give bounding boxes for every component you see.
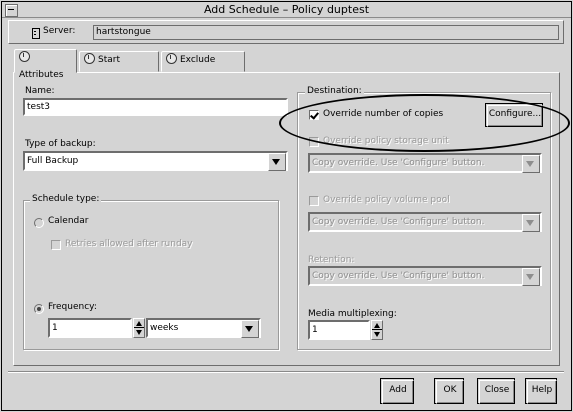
close-button-frame: Close [477,378,515,404]
frequency-unit-select[interactable]: weeks [146,318,261,338]
ok-button[interactable]: OK [436,380,464,404]
server-label: Server: [43,26,76,36]
name-input[interactable]: test3 [23,98,288,116]
override-copies-label: Override number of copies [323,109,444,119]
retries-checkbox[interactable] [51,240,61,250]
retries-label: Retries allowed after runday [65,239,193,249]
add-button[interactable]: Add [382,380,414,404]
multiplexing-spinner[interactable] [371,320,383,340]
spin-down-icon[interactable] [136,330,142,335]
calendar-radio[interactable] [34,218,44,228]
help-button-frame: Help [525,378,557,404]
calendar-label: Calendar [48,216,89,226]
name-label: Name: [25,86,55,96]
frequency-input[interactable]: 1 [48,318,132,338]
gear-icon [19,51,30,62]
configure-button-frame: Configure... [485,103,543,127]
spin-up-icon[interactable] [374,323,380,328]
volume-select[interactable]: Copy override. Use 'Configure' button. [308,212,542,232]
frequency-radio[interactable] [34,304,44,314]
override-storage-label: Override policy storage unit [323,136,449,146]
add-button-frame: Add [380,378,414,404]
chevron-down-icon[interactable] [522,214,540,232]
multiplexing-input[interactable]: 1 [308,320,370,340]
backup-type-select[interactable]: Full Backup [23,151,288,171]
override-volume-label: Override policy volume pool [323,195,450,205]
chevron-down-icon[interactable] [268,153,286,171]
tab-start-window[interactable]: Start Window [79,51,159,82]
backup-type-value: Full Backup [27,156,79,166]
chevron-down-icon[interactable] [522,268,540,286]
tab-label: Attributes [19,70,64,80]
close-button[interactable]: Close [479,380,515,404]
schedule-type-label: Schedule type: [30,194,102,204]
spin-down-icon[interactable] [374,332,380,337]
help-button[interactable]: Help [527,380,557,404]
window-title: Add Schedule – Policy duptest [203,3,370,16]
button-separator [8,371,564,373]
override-volume-checkbox[interactable] [309,196,319,206]
server-icon [32,28,40,39]
storage-value: Copy override. Use 'Configure' button. [312,158,485,168]
ok-button-frame: OK [434,378,464,404]
override-storage-checkbox[interactable] [309,137,319,147]
tab-exclude-dates[interactable]: Exclude Dates [161,51,245,82]
destination-label: Destination: [305,86,364,96]
multiplexing-label: Media multiplexing: [308,309,397,319]
frequency-spinner[interactable] [133,318,145,338]
calendar-icon [166,53,177,64]
volume-value: Copy override. Use 'Configure' button. [312,217,485,227]
chevron-down-icon[interactable] [522,155,540,173]
frequency-unit-value: weeks [150,323,179,333]
storage-select[interactable]: Copy override. Use 'Configure' button. [308,153,542,173]
spin-up-icon[interactable] [136,321,142,326]
chevron-down-icon[interactable] [241,320,259,338]
retention-label: Retention: [308,255,355,265]
override-copies-checkbox[interactable] [309,110,319,120]
server-field: hartstongue [93,25,559,40]
server-bar: Server: hartstongue [8,20,564,44]
configure-button[interactable]: Configure... [487,105,543,127]
title-bar: Add Schedule – Policy duptest [2,2,571,18]
retention-select[interactable]: Copy override. Use 'Configure' button. [308,266,542,286]
retention-value: Copy override. Use 'Configure' button. [312,271,485,281]
backup-type-label: Type of backup: [25,139,96,149]
frequency-label: Frequency: [48,302,97,312]
clock-icon [84,53,95,64]
tab-attributes[interactable]: Attributes [14,49,77,80]
